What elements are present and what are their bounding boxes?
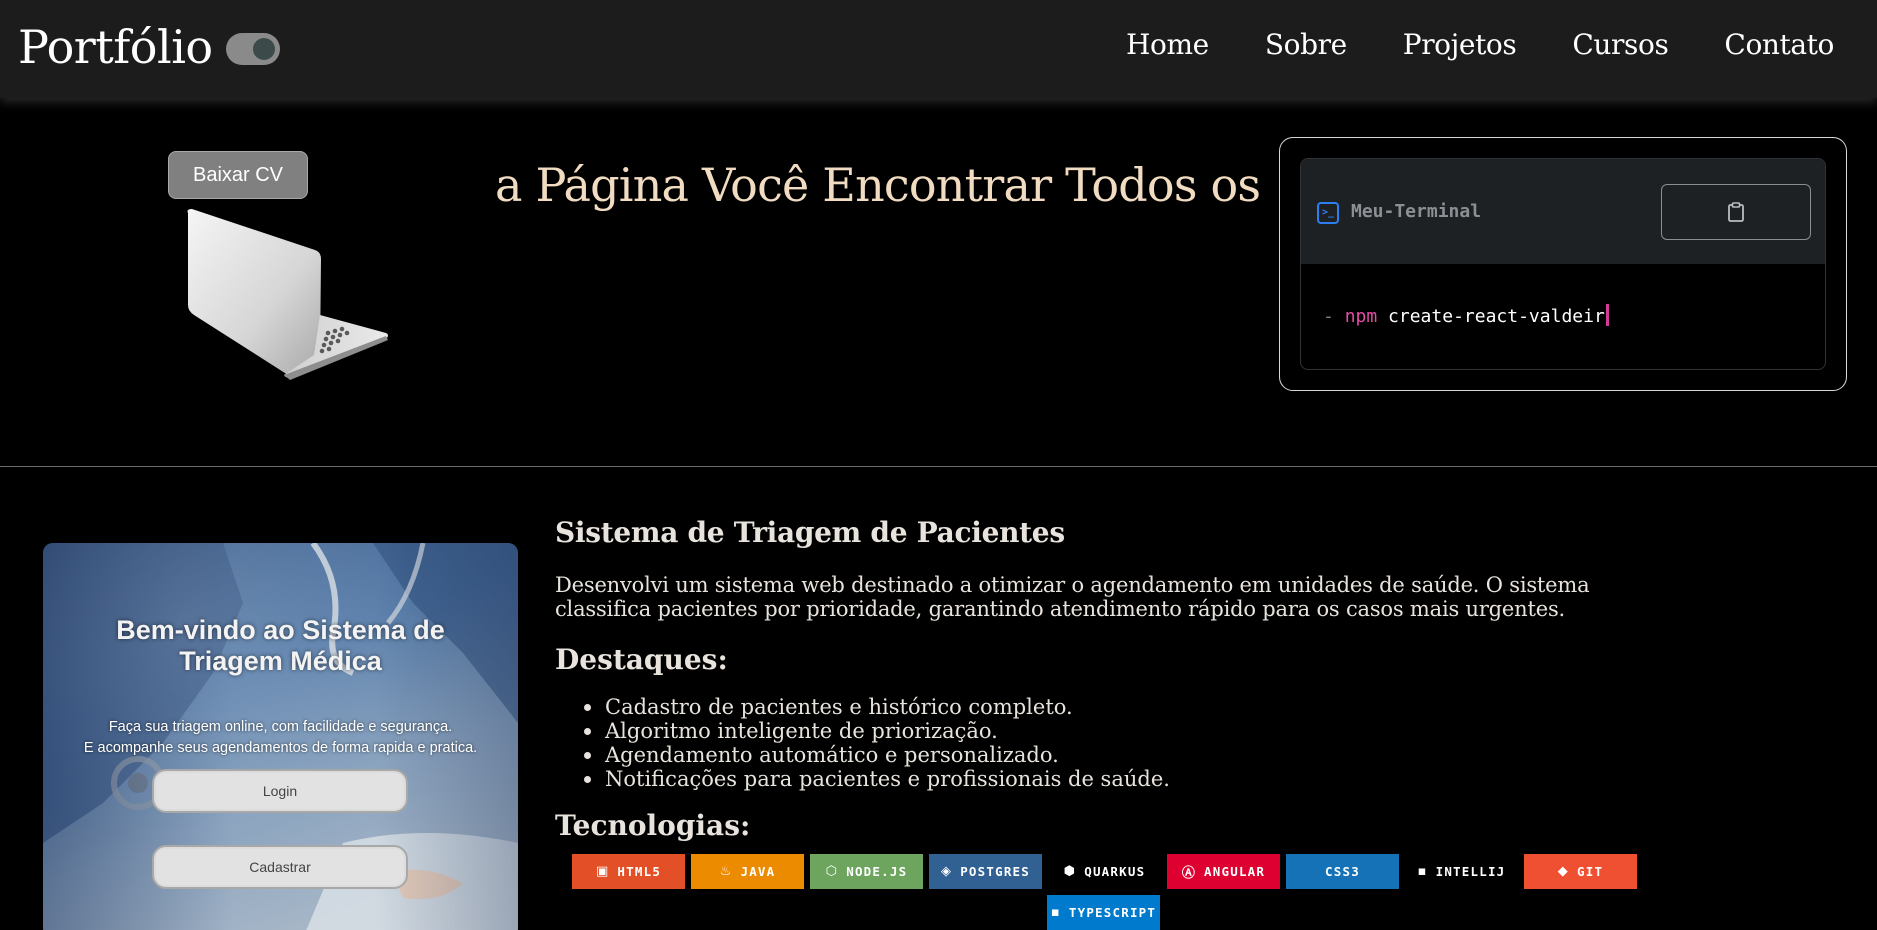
typescript-icon: ▪: [1050, 905, 1061, 920]
section-divider: [0, 466, 1877, 467]
terminal-title: Meu-Terminal: [1351, 201, 1482, 222]
badge-label: POSTGRES: [960, 864, 1030, 879]
badge-angular: Ⓐ ANGULAR: [1167, 854, 1280, 889]
nav-home[interactable]: Home: [1126, 28, 1209, 61]
highlights-list: Cadastro de pacientes e histórico comple…: [584, 695, 1170, 791]
badge-label: NODE.JS: [846, 864, 908, 879]
navbar: Portfólio Home Sobre Projetos Cursos Con…: [0, 0, 1877, 98]
clipboard-icon: [1728, 202, 1744, 222]
badge-typescript: ▪ TYPESCRIPT: [1047, 895, 1160, 930]
html5-icon: ▣: [595, 864, 610, 879]
download-cv-button[interactable]: Baixar CV: [168, 151, 308, 199]
highlight-item: Agendamento automático e personalizado.: [584, 743, 1170, 767]
technologies-heading: Tecnologias:: [555, 809, 751, 842]
badge-intellij: ▪ INTELLIJ: [1405, 854, 1518, 889]
java-icon: ♨: [719, 864, 733, 879]
typed-headline: a Página Você Encontrar Todos os: [495, 158, 1261, 212]
angular-icon: Ⓐ: [1181, 866, 1197, 881]
terminal-header: >_ Meu-Terminal: [1301, 159, 1825, 264]
copy-button[interactable]: [1661, 184, 1811, 240]
postgres-icon: ◈: [940, 864, 953, 879]
highlight-item: Cadastro de pacientes e histórico comple…: [584, 695, 1170, 719]
nav-contato[interactable]: Contato: [1724, 28, 1834, 61]
highlights-heading: Destaques:: [555, 643, 728, 676]
image-title-line1: Bem-vindo ao Sistema de: [116, 615, 445, 645]
badge-label: GIT: [1577, 864, 1604, 879]
site-logo[interactable]: Portfólio: [18, 20, 213, 74]
image-subtitle-line2: E acompanhe seus agendamentos de forma r…: [83, 740, 478, 756]
nav-cursos[interactable]: Cursos: [1572, 28, 1668, 61]
project-title: Sistema de Triagem de Pacientes: [555, 516, 1065, 549]
project-description: Desenvolvi um sistema web destinado a ot…: [555, 573, 1655, 621]
terminal-command: create-react-valdeir: [1388, 306, 1605, 327]
badge-css3: CSS3: [1286, 854, 1399, 889]
text-cursor: [1605, 304, 1609, 326]
badge-label: HTML5: [617, 864, 662, 879]
terminal-icon: >_: [1317, 202, 1339, 224]
laptop-image: [187, 209, 388, 380]
badge-label: INTELLIJ: [1435, 864, 1506, 879]
badge-git: ◆ GIT: [1524, 854, 1637, 889]
badge-java: ♨ JAVA: [691, 854, 804, 889]
npm-keyword: npm: [1344, 306, 1378, 327]
prompt-dash: -: [1323, 306, 1334, 327]
badge-postgres: ◈ POSTGRES: [929, 854, 1042, 889]
technology-badges: ▣ HTML5 ♨ JAVA ⬡ NODE.JS ◈ POSTGRES ⬢ QUARKUS…: [572, 854, 1672, 930]
theme-toggle[interactable]: [226, 33, 280, 65]
image-login-button[interactable]: Login: [152, 769, 408, 813]
badge-html5: ▣ HTML5: [572, 854, 685, 889]
quarkus-icon: ⬢: [1063, 864, 1077, 879]
image-title-line2: Triagem Médica: [179, 646, 382, 676]
badge-label: TYPESCRIPT: [1068, 905, 1157, 920]
terminal-command-line: - npm create-react-valdeir: [1323, 304, 1609, 327]
highlight-item: Algoritmo inteligente de priorização.: [584, 719, 1170, 743]
image-register-button[interactable]: Cadastrar: [152, 845, 408, 889]
badge-label: JAVA: [740, 864, 776, 879]
terminal-window: >_ Meu-Terminal - npm create-react-valde…: [1300, 158, 1826, 370]
description-line1: Desenvolvi um sistema web destinado a ot…: [555, 573, 1590, 597]
nav-projetos[interactable]: Projetos: [1403, 28, 1517, 61]
nodejs-icon: ⬡: [825, 864, 839, 879]
badge-label: QUARKUS: [1084, 864, 1146, 879]
highlight-item: Notificações para pacientes e profission…: [584, 767, 1170, 791]
image-welcome-title: Bem-vindo ao Sistema de Triagem Médica: [43, 615, 518, 677]
badge-label: CSS3: [1325, 864, 1360, 879]
git-icon: ◆: [1557, 864, 1569, 879]
project-screenshot[interactable]: Bem-vindo ao Sistema de Triagem Médica F…: [43, 543, 518, 930]
image-subtitle-line1: Faça sua triagem online, com facilidade …: [108, 719, 453, 735]
nav-menu: Home Sobre Projetos Cursos Contato: [1126, 28, 1834, 61]
badge-nodejs: ⬡ NODE.JS: [810, 854, 923, 889]
badge-label: ANGULAR: [1204, 864, 1266, 879]
terminal-card: >_ Meu-Terminal - npm create-react-valde…: [1279, 137, 1847, 391]
description-line2: classifica pacientes por prioridade, gar…: [555, 597, 1565, 621]
intellij-icon: ▪: [1417, 864, 1428, 879]
image-subtitle: Faça sua triagem online, com facilidade …: [43, 717, 518, 759]
badge-quarkus: ⬢ QUARKUS: [1048, 854, 1161, 889]
nav-sobre[interactable]: Sobre: [1265, 28, 1347, 61]
toggle-knob: [253, 38, 275, 60]
